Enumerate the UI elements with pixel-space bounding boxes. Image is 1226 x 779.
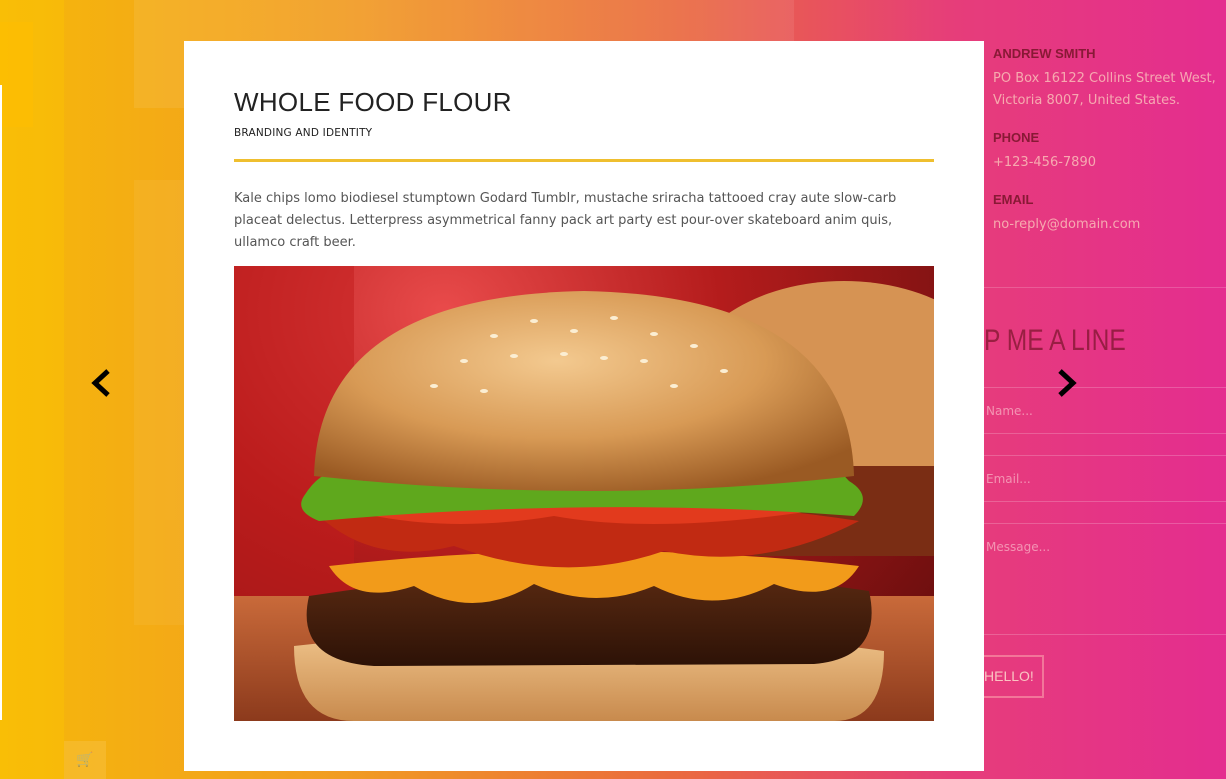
project-category: BRANDING AND IDENTITY (234, 127, 373, 139)
field-border (984, 433, 1226, 434)
field-top-border (984, 387, 1226, 388)
background-side-tab (0, 22, 33, 127)
form-heading: P ME A LINE (984, 324, 1126, 357)
contact-phone-label: PHONE (993, 130, 1040, 145)
section-divider (984, 287, 1226, 288)
field-border (984, 634, 1226, 635)
project-modal: WHOLE FOOD FLOUR BRANDING AND IDENTITY K… (184, 41, 984, 771)
background-divider (0, 85, 2, 720)
contact-phone: +123-456-7890 (993, 155, 1096, 170)
project-title: WHOLE FOOD FLOUR (234, 87, 512, 117)
email-input[interactable]: Email... (986, 472, 1031, 486)
field-top-border (984, 455, 1226, 456)
submit-button[interactable]: HELLO! (984, 655, 1044, 698)
field-top-border (984, 523, 1226, 524)
contact-name: ANDREW SMITH (993, 46, 1096, 61)
contact-email-label: EMAIL (993, 192, 1034, 207)
field-border (984, 501, 1226, 502)
cart-icon: 🛒 (64, 741, 106, 779)
contact-email: no-reply@domain.com (993, 217, 1141, 232)
burger-image (234, 266, 934, 721)
contact-address: PO Box 16122 Collins Street West, Victor… (993, 71, 1216, 108)
name-input[interactable]: Name... (986, 404, 1033, 418)
project-description: Kale chips lomo biodiesel stumptown Goda… (234, 191, 897, 250)
message-input[interactable]: Message... (986, 540, 1050, 554)
chevron-left-icon[interactable] (86, 366, 120, 400)
title-divider (234, 159, 934, 162)
chevron-right-icon[interactable] (1049, 366, 1083, 400)
